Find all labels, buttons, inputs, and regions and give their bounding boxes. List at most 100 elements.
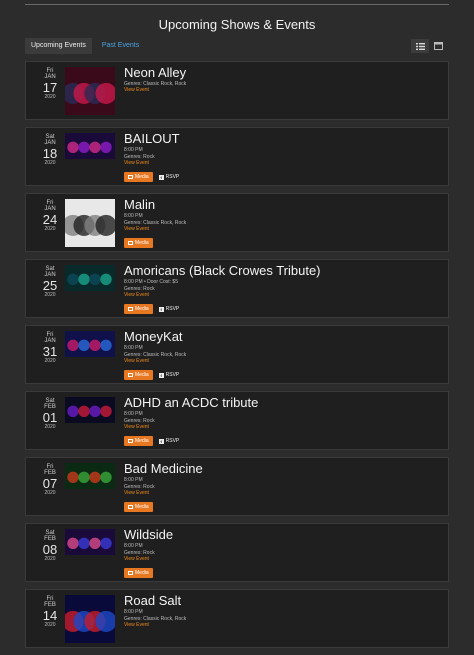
media-label: Media [135, 570, 149, 576]
facebook-icon: f [158, 306, 164, 312]
event-actions: Media [124, 568, 444, 578]
event-thumbnail[interactable] [65, 397, 115, 423]
event-time: 8:00 PM [124, 147, 143, 153]
media-label: Media [135, 174, 149, 180]
media-icon [128, 307, 133, 311]
event-day: 07 [42, 476, 58, 491]
event-year: 2020 [44, 292, 56, 298]
rsvp-label: RSVP [165, 174, 180, 180]
media-icon [128, 241, 133, 245]
event-thumbnail[interactable] [65, 463, 115, 489]
event-thumbnail[interactable] [65, 529, 115, 555]
event-list: Fri JAN 17 2020 Neon Alley Genres: Class… [25, 61, 449, 655]
media-button[interactable]: Media [124, 304, 153, 314]
event-thumbnail[interactable] [65, 133, 115, 159]
event-name[interactable]: MoneyKat [124, 330, 444, 344]
tab-past-events[interactable]: Past Events [96, 38, 145, 54]
view-event-link[interactable]: View Event [124, 490, 444, 496]
event-date: Sat JAN 25 2020 [38, 266, 62, 298]
view-event-link[interactable]: View Event [124, 226, 444, 232]
media-icon [128, 571, 133, 575]
event-day: 14 [42, 608, 58, 623]
event-actions: Media [124, 502, 444, 512]
media-label: Media [135, 306, 149, 312]
event-time: 8:00 PM [124, 213, 143, 219]
event-year: 2020 [44, 490, 56, 496]
view-event-link[interactable]: View Event [124, 87, 444, 93]
event-date: Sat JAN 18 2020 [38, 134, 62, 166]
band-photo [65, 397, 115, 423]
event-thumbnail[interactable] [65, 265, 115, 291]
tab-upcoming-events[interactable]: Upcoming Events [25, 38, 92, 54]
event-date: Sat FEB 08 2020 [38, 530, 62, 562]
event-day: 24 [42, 212, 58, 227]
event-year: 2020 [44, 424, 56, 430]
view-event-link[interactable]: View Event [124, 424, 444, 430]
event-info: Bad Medicine 8:00 PM Genres: Rock View E… [124, 462, 444, 512]
event-card: Fri FEB 14 2020 Road Salt 8:00 PM Genres… [25, 589, 449, 648]
event-name[interactable]: ADHD an ACDC tribute [124, 396, 444, 410]
media-button[interactable]: Media [124, 502, 153, 512]
rsvp-link[interactable]: f RSVP [158, 372, 180, 378]
media-button[interactable]: Media [124, 238, 153, 248]
rsvp-label: RSVP [165, 372, 180, 378]
event-name[interactable]: BAILOUT [124, 132, 444, 146]
event-card: Sat FEB 01 2020 ADHD an ACDC tribute 8:0… [25, 391, 449, 450]
event-thumbnail[interactable] [65, 199, 115, 247]
event-card: Sat JAN 18 2020 BAILOUT 8:00 PM Genres: … [25, 127, 449, 186]
band-photo [65, 463, 115, 489]
band-photo [65, 265, 115, 291]
event-card: Fri JAN 17 2020 Neon Alley Genres: Class… [25, 61, 449, 120]
rsvp-link[interactable]: f RSVP [158, 306, 179, 312]
rsvp-link[interactable]: f RSVP [158, 438, 179, 444]
media-label: Media [135, 504, 149, 510]
calendar-view-button[interactable] [429, 39, 447, 53]
event-card: Fri JAN 24 2020 Malin 8:00 PM Genres: Cl… [25, 193, 449, 252]
facebook-icon: f [158, 438, 164, 444]
event-date: Fri FEB 14 2020 [38, 596, 62, 628]
event-time: 8:00 PM [124, 411, 143, 417]
event-date: Fri JAN 17 2020 [38, 68, 62, 100]
event-thumbnail[interactable] [65, 595, 115, 643]
view-event-link[interactable]: View Event [124, 292, 444, 298]
event-day: 08 [42, 542, 58, 557]
event-year: 2020 [44, 556, 56, 562]
view-event-link[interactable]: View Event [124, 622, 444, 628]
event-name[interactable]: Wildside [124, 528, 444, 542]
event-day: 17 [42, 80, 58, 95]
event-name[interactable]: Road Salt [124, 594, 444, 608]
event-date: Fri FEB 07 2020 [38, 464, 62, 496]
list-view-button[interactable] [411, 39, 429, 53]
event-date: Sat FEB 01 2020 [38, 398, 62, 430]
event-year: 2020 [44, 358, 56, 364]
event-year: 2020 [44, 226, 56, 232]
view-event-link[interactable]: View Event [124, 556, 444, 562]
event-name[interactable]: Bad Medicine [124, 462, 444, 476]
event-name[interactable]: Malin [124, 198, 444, 212]
event-thumbnail[interactable] [65, 331, 115, 357]
event-info: BAILOUT 8:00 PM Genres: Rock View Event … [124, 132, 444, 182]
event-name[interactable]: Neon Alley [124, 66, 444, 80]
view-event-link[interactable]: View Event [124, 160, 444, 166]
event-actions: Media f RSVP [124, 370, 444, 380]
view-event-link[interactable]: View Event [124, 358, 444, 364]
media-button[interactable]: Media [124, 436, 153, 446]
media-button[interactable]: Media [124, 172, 153, 182]
media-label: Media [135, 372, 149, 378]
event-actions: Media f RSVP [124, 172, 444, 182]
event-year: 2020 [44, 160, 56, 166]
band-photo [65, 331, 115, 357]
event-thumbnail[interactable] [65, 67, 115, 115]
media-icon [128, 505, 133, 509]
view-toggle [411, 39, 447, 53]
event-info: Road Salt 8:00 PM Genres: Classic Rock, … [124, 594, 444, 629]
event-info: ADHD an ACDC tribute 8:00 PM Genres: Roc… [124, 396, 444, 446]
list-icon [415, 42, 425, 50]
band-photo [65, 67, 115, 115]
event-day: 18 [42, 146, 58, 161]
band-photo [65, 199, 115, 247]
event-name[interactable]: Amoricans (Black Crowes Tribute) [124, 264, 444, 278]
media-button[interactable]: Media [124, 370, 153, 380]
media-button[interactable]: Media [124, 568, 153, 578]
rsvp-link[interactable]: f RSVP [158, 174, 180, 180]
